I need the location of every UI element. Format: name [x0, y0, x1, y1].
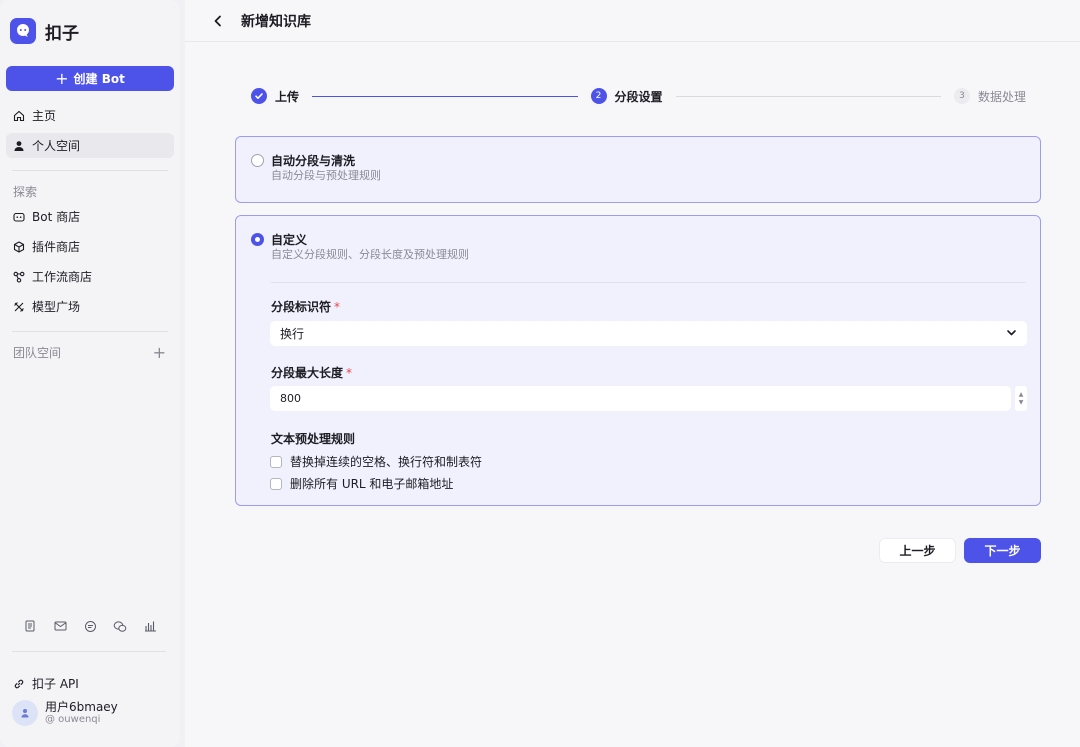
- nav-workflow-store-label: 工作流商店: [32, 270, 93, 284]
- sidebar-bottom-divider: [12, 651, 166, 652]
- step-number: 3: [954, 88, 970, 104]
- user-handle: @ ouwenqi: [45, 714, 101, 725]
- team-space-label: 团队空间: [13, 346, 62, 360]
- required-mark: *: [346, 366, 353, 380]
- max-length-input[interactable]: 800: [270, 386, 1011, 411]
- document-icon[interactable]: [22, 618, 38, 634]
- chat-icon[interactable]: [82, 618, 98, 634]
- next-step-button[interactable]: 下一步: [964, 538, 1041, 563]
- nav-bot-store[interactable]: Bot 商店: [6, 204, 174, 229]
- nav-home-label: 主页: [32, 109, 57, 123]
- step-connector: [675, 95, 941, 97]
- app-root: 扣子 + 创建 Bot 主页 个人空间 探索 Bot 商店 插件商店 工作流商店…: [0, 0, 1080, 747]
- user-name: 用户6bmaey: [45, 700, 118, 714]
- main-panel: 新增知识库 上传 2 分段设置 3 数据处理 自动分段与清洗 自动分段与预处理规…: [185, 0, 1080, 747]
- step-segment-settings: 2 分段设置: [590, 88, 663, 105]
- explore-section-label: 探索: [13, 185, 38, 199]
- bot-icon: [13, 211, 25, 223]
- nav-bot-store-label: Bot 商店: [32, 210, 81, 224]
- wechat-icon[interactable]: [112, 618, 128, 634]
- chevron-down-icon: [1006, 327, 1017, 341]
- custom-segment-option[interactable]: 自定义 自定义分段规则、分段长度及预处理规则 分段标识符 * 换行 分段最大长度 *…: [235, 215, 1041, 506]
- nav-personal-space[interactable]: 个人空间: [6, 133, 174, 158]
- preprocess-label: 文本预处理规则: [271, 432, 356, 446]
- add-team-icon[interactable]: +: [153, 344, 166, 361]
- rule-replace-whitespace[interactable]: 替换掉连续的空格、换行符和制表符: [270, 453, 482, 470]
- step-data-processing: 3 数据处理: [954, 88, 1026, 105]
- nav-model-plaza[interactable]: 模型广场: [6, 294, 174, 319]
- check-icon: [251, 88, 267, 104]
- rule-replace-whitespace-checkbox[interactable]: [270, 455, 282, 468]
- separator-select[interactable]: 换行: [270, 321, 1027, 346]
- team-space-row: 团队空间 +: [6, 344, 174, 361]
- coze-logo-icon: [10, 18, 36, 44]
- previous-step-button[interactable]: 上一步: [879, 538, 956, 563]
- auto-segment-radio[interactable]: [251, 154, 264, 167]
- custom-description: 自定义分段规则、分段长度及预处理规则: [271, 248, 469, 261]
- step-upload-label: 上传: [275, 89, 300, 104]
- workflow-icon: [13, 271, 25, 283]
- rule-remove-urls-label: 删除所有 URL 和电子邮箱地址: [290, 477, 454, 491]
- separator-value: 换行: [280, 327, 305, 341]
- step-segment-label: 分段设置: [614, 89, 663, 104]
- max-length-label: 分段最大长度 *: [271, 364, 352, 381]
- cube-icon: [13, 240, 25, 253]
- nav-home[interactable]: 主页: [6, 103, 174, 128]
- max-length-stepper[interactable]: ▲ ▼: [1015, 386, 1027, 411]
- rule-remove-urls-checkbox[interactable]: [270, 477, 282, 490]
- step-connector: [312, 95, 578, 97]
- nav-workflow-store[interactable]: 工作流商店: [6, 264, 174, 289]
- custom-radio[interactable]: [251, 233, 264, 246]
- required-mark: *: [334, 300, 341, 314]
- auto-segment-description: 自动分段与预处理规则: [271, 169, 381, 182]
- sidebar-footer-icons: [22, 618, 158, 634]
- stepper-up-icon[interactable]: ▲: [1019, 391, 1024, 399]
- user-profile[interactable]: 用户6bmaey @ ouwenqi: [12, 700, 118, 726]
- sidebar-divider: [12, 331, 168, 332]
- step-number: 2: [590, 88, 607, 104]
- step-upload: 上传: [251, 88, 299, 105]
- stepper-down-icon[interactable]: ▼: [1019, 399, 1024, 407]
- plus-icon: +: [55, 68, 69, 88]
- link-icon: [13, 678, 25, 690]
- rule-remove-urls[interactable]: 删除所有 URL 和电子邮箱地址: [270, 475, 453, 492]
- rule-replace-whitespace-label: 替换掉连续的空格、换行符和制表符: [290, 455, 483, 469]
- page-title: 新增知识库: [241, 13, 311, 30]
- nav-personal-space-label: 个人空间: [32, 139, 81, 153]
- model-icon: [13, 301, 25, 313]
- mail-icon[interactable]: [52, 618, 68, 634]
- max-length-value: 800: [280, 392, 301, 405]
- user-text: 用户6bmaey @ ouwenqi: [45, 700, 118, 726]
- separator-label-text: 分段标识符: [271, 300, 332, 314]
- nav-coze-api-label: 扣子 API: [32, 677, 79, 691]
- custom-divider: [271, 282, 1026, 283]
- step-indicator: 上传 2 分段设置 3 数据处理: [251, 86, 1026, 106]
- brand-name: 扣子: [45, 23, 79, 44]
- step-processing-label: 数据处理: [978, 89, 1027, 104]
- user-icon: [13, 140, 25, 152]
- brand[interactable]: 扣子: [6, 0, 174, 62]
- max-length-label-text: 分段最大长度: [271, 366, 344, 380]
- nav-coze-api[interactable]: 扣子 API: [6, 671, 174, 696]
- separator-label: 分段标识符 *: [271, 298, 340, 315]
- create-bot-button[interactable]: + 创建 Bot: [6, 66, 174, 91]
- avatar: [12, 700, 38, 726]
- chart-icon[interactable]: [142, 618, 158, 634]
- sidebar-divider: [12, 170, 168, 171]
- nav-model-plaza-label: 模型广场: [32, 300, 81, 314]
- nav-plugin-store-label: 插件商店: [32, 240, 81, 254]
- sidebar: 扣子 + 创建 Bot 主页 个人空间 探索 Bot 商店 插件商店 工作流商店…: [0, 0, 180, 747]
- create-bot-label: 创建 Bot: [73, 72, 125, 86]
- nav-plugin-store[interactable]: 插件商店: [6, 234, 174, 259]
- back-arrow-icon[interactable]: [212, 13, 228, 29]
- home-icon: [13, 110, 25, 122]
- auto-segment-option[interactable]: 自动分段与清洗 自动分段与预处理规则: [235, 136, 1041, 203]
- header-bar: 新增知识库: [185, 0, 1080, 42]
